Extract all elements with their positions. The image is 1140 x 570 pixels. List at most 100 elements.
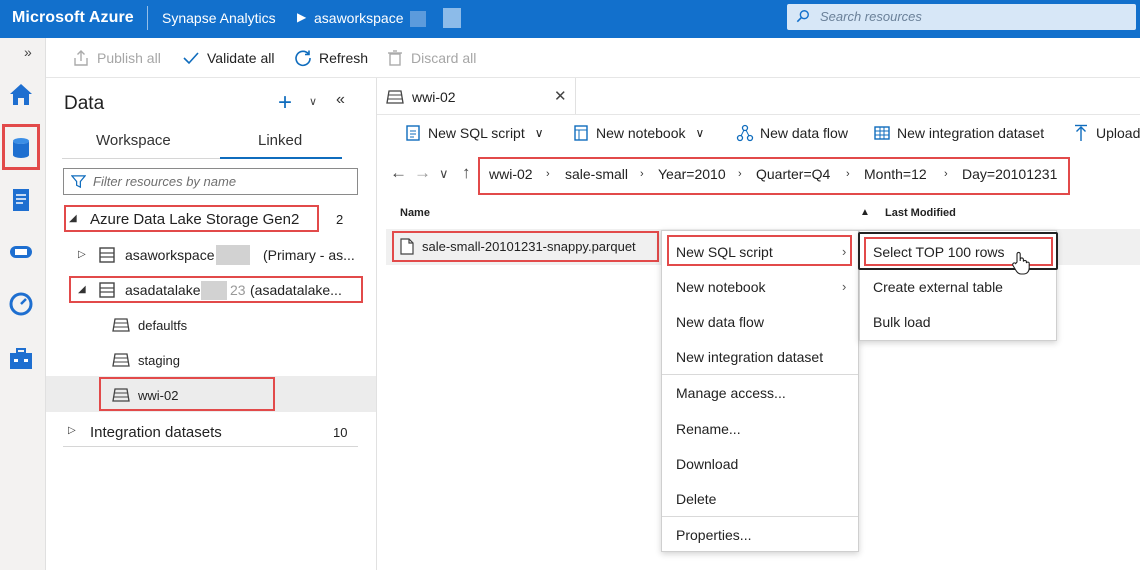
tab-workspace[interactable]: Workspace bbox=[96, 132, 171, 149]
container-defaultfs[interactable]: defaultfs bbox=[138, 318, 187, 333]
monitor-icon[interactable] bbox=[7, 290, 35, 318]
upload-button[interactable]: Upload bbox=[1072, 124, 1140, 142]
publish-all-label: Publish all bbox=[97, 50, 161, 66]
menu-item-download[interactable]: Download bbox=[676, 456, 738, 472]
highlight-box bbox=[99, 377, 275, 411]
expand-icon[interactable]: » bbox=[24, 44, 32, 60]
new-notebook-label: New notebook bbox=[596, 125, 686, 141]
path-separator-icon: › bbox=[546, 168, 550, 180]
integrate-icon[interactable] bbox=[7, 238, 35, 266]
menu-item-new-integration-dataset[interactable]: New integration dataset bbox=[676, 349, 823, 365]
container-staging[interactable]: staging bbox=[138, 353, 180, 368]
discard-all-label: Discard all bbox=[411, 50, 477, 66]
menu-item-manage-access[interactable]: Manage access... bbox=[676, 385, 786, 401]
chevron-down-icon: ∨ bbox=[534, 126, 544, 140]
back-arrow-icon[interactable]: ← bbox=[390, 163, 407, 183]
integration-datasets-label[interactable]: Integration datasets bbox=[90, 424, 222, 441]
collapse-panel-icon[interactable]: « bbox=[336, 91, 345, 109]
chevron-down-icon: ∨ bbox=[695, 126, 705, 140]
highlight-box bbox=[2, 124, 40, 170]
menu-item-new-data-flow[interactable]: New data flow bbox=[676, 314, 764, 330]
chevron-double-down-icon[interactable]: ∨ bbox=[309, 95, 317, 108]
menu-item-delete[interactable]: Delete bbox=[676, 491, 716, 507]
filter-input[interactable]: Filter resources by name bbox=[63, 168, 358, 195]
highlight-box bbox=[69, 276, 363, 303]
path-segment[interactable]: Month=12 bbox=[864, 166, 927, 182]
tab-label: wwi-02 bbox=[412, 89, 456, 105]
refresh-label: Refresh bbox=[319, 50, 369, 66]
tab-linked[interactable]: Linked bbox=[258, 132, 302, 149]
account-asaworkspace-name[interactable]: asaworkspace bbox=[125, 247, 215, 263]
breadcrumb-service[interactable]: Synapse Analytics bbox=[162, 10, 276, 26]
sql-script-icon bbox=[406, 125, 420, 141]
add-resource-icon[interactable]: + bbox=[278, 89, 292, 117]
collapsed-triangle-icon[interactable]: ▷ bbox=[68, 425, 76, 436]
menu-divider bbox=[662, 374, 858, 375]
menu-divider bbox=[662, 516, 858, 517]
close-icon[interactable]: ✕ bbox=[554, 87, 567, 105]
path-segment[interactable]: Year=2010 bbox=[658, 166, 726, 182]
brand-title[interactable]: Microsoft Azure bbox=[12, 9, 134, 27]
left-nav-rail: » bbox=[0, 38, 46, 570]
refresh-button[interactable]: Refresh bbox=[294, 49, 368, 67]
top-bar: Microsoft Azure Synapse Analytics ▶ asaw… bbox=[0, 0, 1140, 38]
develop-icon[interactable] bbox=[7, 186, 35, 214]
validate-all-button[interactable]: Validate all bbox=[182, 49, 274, 67]
chevron-right-icon: › bbox=[842, 279, 847, 294]
menu-item-properties[interactable]: Properties... bbox=[676, 527, 751, 543]
collapsed-triangle-icon[interactable]: ▷ bbox=[78, 249, 86, 260]
breadcrumb-arrow-icon: ▶ bbox=[297, 10, 307, 24]
new-sql-script-button[interactable]: New SQL script ∨ bbox=[404, 124, 544, 142]
menu-item-new-notebook[interactable]: New notebook bbox=[676, 279, 766, 295]
new-notebook-button[interactable]: New notebook ∨ bbox=[572, 124, 704, 142]
redacted-block bbox=[216, 245, 250, 265]
container-icon bbox=[112, 353, 130, 367]
path-separator-icon: › bbox=[738, 168, 742, 180]
menu-item-rename[interactable]: Rename... bbox=[676, 421, 741, 437]
path-segment[interactable]: sale-small bbox=[565, 166, 628, 182]
storage-account-icon bbox=[99, 247, 115, 263]
topbar-divider bbox=[147, 6, 148, 30]
menu-item-bulk-load[interactable]: Bulk load bbox=[873, 314, 931, 330]
discard-all-button[interactable]: Discard all bbox=[386, 49, 476, 67]
panel-title: Data bbox=[64, 93, 105, 114]
highlight-box bbox=[64, 205, 319, 232]
notebook-icon bbox=[574, 125, 588, 141]
check-icon bbox=[183, 52, 199, 65]
forward-arrow-icon[interactable]: → bbox=[414, 163, 431, 183]
integration-datasets-count: 10 bbox=[333, 425, 348, 440]
new-data-flow-button[interactable]: New data flow bbox=[736, 124, 848, 142]
menu-item-create-external-table[interactable]: Create external table bbox=[873, 279, 1003, 295]
publish-icon bbox=[74, 50, 88, 66]
filter-icon bbox=[71, 175, 86, 189]
main-toolbar: Publish all Validate all Refresh Discard… bbox=[46, 38, 1140, 78]
refresh-icon bbox=[295, 50, 311, 67]
hand-cursor-icon bbox=[1012, 251, 1030, 275]
path-separator-icon: › bbox=[846, 168, 850, 180]
account-asaworkspace-suffix: (Primary - as... bbox=[263, 247, 355, 263]
path-segment[interactable]: Quarter=Q4 bbox=[756, 166, 830, 182]
home-icon[interactable] bbox=[7, 80, 35, 108]
search-box[interactable]: Search resources bbox=[787, 4, 1136, 30]
redacted-block bbox=[410, 11, 426, 27]
data-flow-icon bbox=[736, 124, 754, 142]
validate-all-label: Validate all bbox=[207, 50, 275, 66]
container-icon bbox=[112, 318, 130, 332]
path-segment[interactable]: wwi-02 bbox=[489, 166, 533, 182]
tab-wwi-02[interactable]: wwi-02 ✕ bbox=[377, 78, 576, 114]
column-header-name[interactable]: Name bbox=[400, 207, 430, 219]
new-integration-dataset-button[interactable]: New integration dataset bbox=[873, 124, 1044, 142]
sort-ascending-icon: ▲ bbox=[860, 207, 870, 218]
path-separator-icon: › bbox=[944, 168, 948, 180]
up-arrow-icon[interactable]: ↑ bbox=[462, 163, 471, 183]
trash-icon bbox=[388, 50, 402, 66]
active-tab-indicator bbox=[220, 157, 342, 159]
group-divider bbox=[63, 446, 358, 447]
path-segment[interactable]: Day=20101231 bbox=[962, 166, 1057, 182]
manage-icon[interactable] bbox=[7, 344, 35, 372]
column-header-last-modified[interactable]: Last Modified bbox=[885, 207, 956, 219]
publish-all-button[interactable]: Publish all bbox=[72, 49, 161, 67]
chevron-down-icon[interactable]: ∨ bbox=[439, 166, 449, 182]
breadcrumb-workspace[interactable]: asaworkspace bbox=[314, 10, 404, 26]
new-sql-script-label: New SQL script bbox=[428, 125, 525, 141]
